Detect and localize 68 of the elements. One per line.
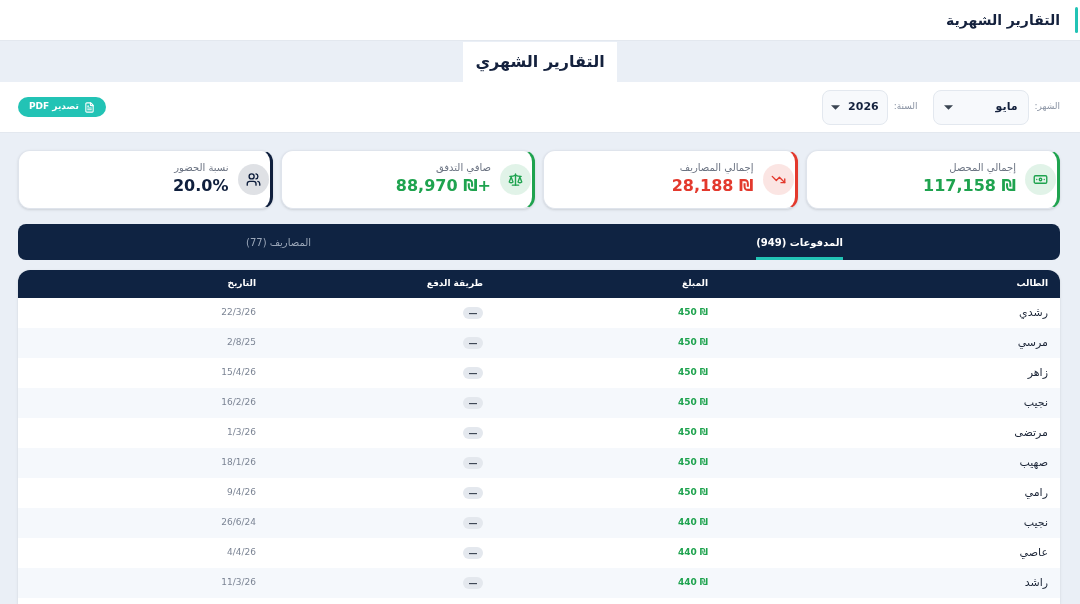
- payment-date: 1/3/26: [227, 426, 256, 440]
- dropdown-select[interactable]: 2026: [821, 89, 888, 125]
- stat-label: إجمالي المحصل: [949, 163, 1016, 173]
- filter-label: السنة:: [893, 100, 918, 114]
- payment-amount: 450 ₪: [677, 366, 708, 380]
- stat-value: 28,188 ₪: [671, 176, 754, 196]
- column-header: المبلغ: [682, 277, 708, 291]
- method-badge: —: [463, 547, 483, 559]
- method-badge: —: [463, 517, 483, 529]
- payment-amount: 450 ₪: [677, 336, 708, 350]
- student-name: راشد: [1024, 574, 1048, 591]
- student-name: مرتضى: [1014, 424, 1048, 441]
- student-name: زاهر: [1027, 364, 1048, 381]
- stat-value: 88,970 ₪+: [395, 176, 491, 196]
- student-name: رامي: [1024, 484, 1048, 501]
- payment-amount: 440 ₪: [677, 576, 708, 590]
- payment-amount: 450 ₪: [677, 396, 708, 410]
- student-name: مرسي: [1017, 334, 1048, 351]
- stat-label: إجمالي المصاريف: [679, 163, 754, 173]
- payment-date: 9/4/26: [227, 486, 256, 500]
- header-title: التقارير الشهرية: [946, 10, 1060, 31]
- document-icon: [83, 101, 95, 113]
- scale-icon: [500, 164, 531, 195]
- method-badge: —: [463, 427, 483, 439]
- payment-date: 4/4/26: [227, 546, 256, 560]
- stat-label: صافي التدفق: [435, 163, 491, 173]
- payment-date: 16/2/26: [221, 396, 256, 410]
- payment-date: 22/3/26: [221, 306, 256, 320]
- dropdown-select[interactable]: مايو: [932, 89, 1029, 125]
- student-name: نجيب: [1023, 514, 1048, 531]
- column-header: الطالب: [1016, 277, 1048, 291]
- stat-value: 117,158 ₪: [923, 176, 1016, 196]
- student-name: صهيب: [1019, 454, 1048, 471]
- payment-date: 15/4/26: [221, 366, 256, 380]
- student-name: رشدي: [1019, 304, 1048, 321]
- accent-bar: [1075, 7, 1078, 33]
- column-header: التاريخ: [227, 277, 256, 291]
- tab[interactable]: المصاريف (77): [246, 224, 311, 260]
- tab[interactable]: المدفوعات (949): [756, 224, 843, 260]
- payment-date: 26/6/24: [221, 516, 256, 530]
- payment-amount: 450 ₪: [677, 486, 708, 500]
- caret-icon: [830, 104, 840, 110]
- method-badge: —: [463, 307, 483, 319]
- method-badge: —: [463, 367, 483, 379]
- method-badge: —: [463, 487, 483, 499]
- payment-date: 18/1/26: [221, 456, 256, 470]
- stat-value: 20.0%: [173, 176, 229, 196]
- payment-amount: 450 ₪: [677, 426, 708, 440]
- payment-date: 11/3/26: [221, 576, 256, 590]
- student-name: عاصي: [1019, 544, 1048, 561]
- payment-amount: 440 ₪: [677, 546, 708, 560]
- column-header: طريقة الدفع: [426, 277, 483, 291]
- payment-amount: 450 ₪: [677, 456, 708, 470]
- page-title: التقارير الشهري: [463, 42, 617, 82]
- student-name: نجيب: [1023, 394, 1048, 411]
- method-badge: —: [463, 337, 483, 349]
- filter-label: الشهر:: [1034, 100, 1060, 114]
- trend-down-icon: [762, 164, 794, 195]
- caret-icon: [943, 104, 953, 110]
- method-badge: —: [463, 397, 483, 409]
- banknote-icon: [1025, 164, 1056, 195]
- payment-amount: 450 ₪: [677, 306, 708, 320]
- stat-label: نسبة الحضور: [174, 163, 229, 173]
- method-badge: —: [463, 577, 483, 589]
- method-badge: —: [463, 457, 483, 469]
- payment-amount: 440 ₪: [677, 516, 708, 530]
- payment-date: 2/8/25: [227, 336, 256, 350]
- users-icon: [237, 164, 269, 195]
